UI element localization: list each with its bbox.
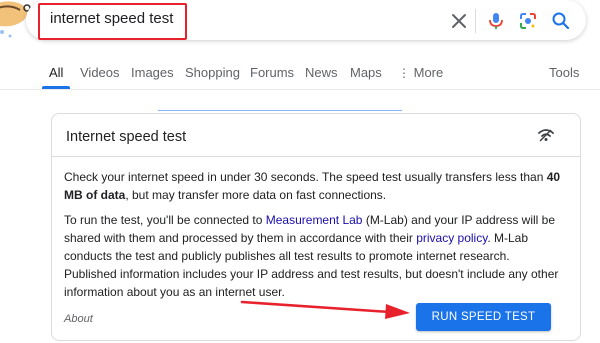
tab-forums[interactable]: Forums — [250, 65, 294, 80]
query-annotation-box — [38, 3, 187, 40]
tab-maps[interactable]: Maps — [350, 65, 382, 80]
disclosure-paragraph: To run the test, you'll be connected to … — [64, 211, 564, 301]
measurement-lab-link[interactable]: Measurement Lab — [266, 213, 363, 227]
tab-more[interactable]: ⋮ More — [398, 65, 443, 80]
tab-images[interactable]: Images — [131, 65, 174, 80]
tab-more-label: More — [413, 65, 444, 80]
tab-shopping[interactable]: Shopping — [185, 65, 240, 80]
microphone-icon[interactable] — [486, 11, 506, 31]
run-speed-test-button[interactable]: RUN SPEED TEST — [416, 303, 551, 331]
tab-videos[interactable]: Videos — [80, 65, 120, 80]
wifi-icon — [538, 129, 554, 142]
more-dots-icon: ⋮ — [398, 66, 410, 80]
card-title: Internet speed test — [66, 129, 187, 145]
about-link[interactable]: About — [64, 313, 93, 325]
tab-all[interactable]: All — [49, 65, 63, 80]
disclosure-text-a: To run the test, you'll be connected to — [64, 213, 266, 227]
search-divider — [475, 9, 476, 33]
loading-line — [158, 110, 402, 111]
intro-paragraph: Check your internet speed in under 30 se… — [64, 168, 564, 204]
card-divider — [52, 156, 580, 157]
tab-news[interactable]: News — [305, 65, 338, 80]
search-tabs: All Videos Images Shopping Forums News M… — [0, 56, 600, 88]
lens-icon[interactable] — [518, 11, 538, 31]
privacy-policy-link[interactable]: privacy policy — [416, 231, 487, 245]
intro-text-a: Check your internet speed in under 30 se… — [64, 170, 547, 184]
annotation-arrow — [240, 300, 410, 319]
clear-icon[interactable] — [449, 11, 469, 31]
intro-text-b: , but may transfer more data on fast con… — [125, 188, 387, 202]
tools-button[interactable]: Tools — [549, 65, 579, 80]
tabs-divider — [0, 89, 600, 90]
search-icon[interactable] — [551, 11, 571, 31]
